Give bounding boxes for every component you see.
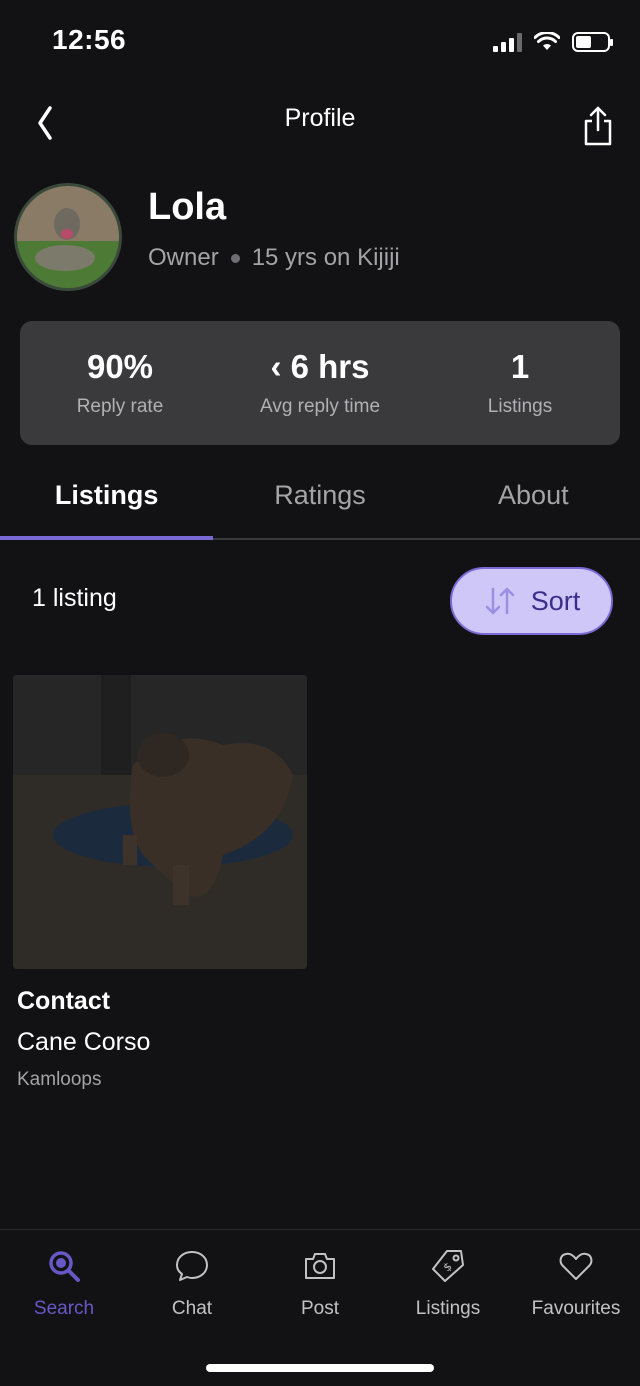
stats-card: 90% Reply rate ‹ 6 hrs Avg reply time 1 …: [20, 321, 620, 445]
nav-favourites[interactable]: Favourites: [512, 1230, 640, 1386]
tab-about[interactable]: About: [427, 468, 640, 538]
listing-title: Cane Corso: [17, 1028, 151, 1056]
listing-count: 1 listing: [32, 584, 117, 612]
search-icon: [44, 1246, 84, 1286]
status-time: 12:56: [52, 24, 127, 55]
nav-chat[interactable]: Chat: [128, 1230, 256, 1386]
status-icons: [493, 30, 613, 54]
nav-search[interactable]: Search: [0, 1230, 128, 1386]
nav-label: Chat: [171, 1298, 213, 1319]
separator-dot: [230, 253, 240, 263]
stat-avg-reply-time: ‹ 6 hrs Avg reply time: [220, 321, 420, 445]
home-indicator: [206, 1364, 434, 1372]
stat-reply-rate: 90% Reply rate: [20, 321, 220, 445]
nav-label: Post: [300, 1298, 340, 1319]
svg-text:$: $: [441, 1260, 455, 1274]
stat-label: Avg reply time: [259, 396, 381, 417]
profile-tenure: 15 yrs on Kijiji: [251, 244, 400, 271]
wifi-icon: [534, 32, 560, 50]
chat-bubble-icon: [172, 1246, 212, 1286]
listing-price: Contact: [17, 987, 111, 1015]
listing-card[interactable]: Contact Cane Corso Kamloops: [13, 675, 307, 1091]
tab-ratings[interactable]: Ratings: [213, 468, 426, 538]
cellular-signal-icon: [493, 32, 522, 52]
nav-listings[interactable]: $ Listings: [384, 1230, 512, 1386]
stat-label: Reply rate: [76, 396, 164, 417]
sort-arrows-icon: [485, 587, 514, 615]
profile-role: Owner: [148, 244, 219, 271]
header: Profile: [0, 96, 640, 152]
stat-label: Listings: [487, 396, 553, 417]
sort-button[interactable]: Sort: [450, 567, 613, 635]
page-title: Profile: [284, 104, 356, 132]
stat-value: 1: [510, 348, 530, 385]
avatar[interactable]: [14, 183, 122, 291]
profile-meta: Owner 15 yrs on Kijiji: [148, 244, 400, 272]
tab-listings[interactable]: Listings: [0, 468, 214, 540]
share-icon: [584, 106, 612, 146]
listing-photo: [13, 675, 307, 969]
heart-icon: [556, 1246, 596, 1286]
bottom-nav: Search Chat Post $ Listings Favourites: [0, 1229, 640, 1386]
nav-label: Listings: [415, 1298, 481, 1319]
nav-post[interactable]: Post: [256, 1230, 384, 1386]
camera-icon: [300, 1246, 340, 1286]
nav-label: Search: [33, 1298, 95, 1319]
avatar-photo: [17, 186, 119, 288]
price-tag-icon: $: [428, 1246, 468, 1286]
profile-screen: 12:56 Profile Lola Owner 15 yrs on Kijij…: [0, 0, 640, 1386]
stat-value: ‹ 6 hrs: [270, 348, 370, 385]
profile-name: Lola: [148, 186, 227, 228]
stat-value: 90%: [86, 348, 154, 385]
listing-location: Kamloops: [17, 1069, 102, 1090]
profile-tabs: Listings Ratings About: [0, 468, 640, 540]
nav-label: Favourites: [531, 1298, 621, 1319]
share-button[interactable]: [578, 102, 618, 146]
listing-image[interactable]: [13, 675, 307, 969]
sort-label: Sort: [530, 585, 581, 616]
battery-icon: [572, 32, 613, 52]
stat-listings: 1 Listings: [420, 321, 620, 445]
